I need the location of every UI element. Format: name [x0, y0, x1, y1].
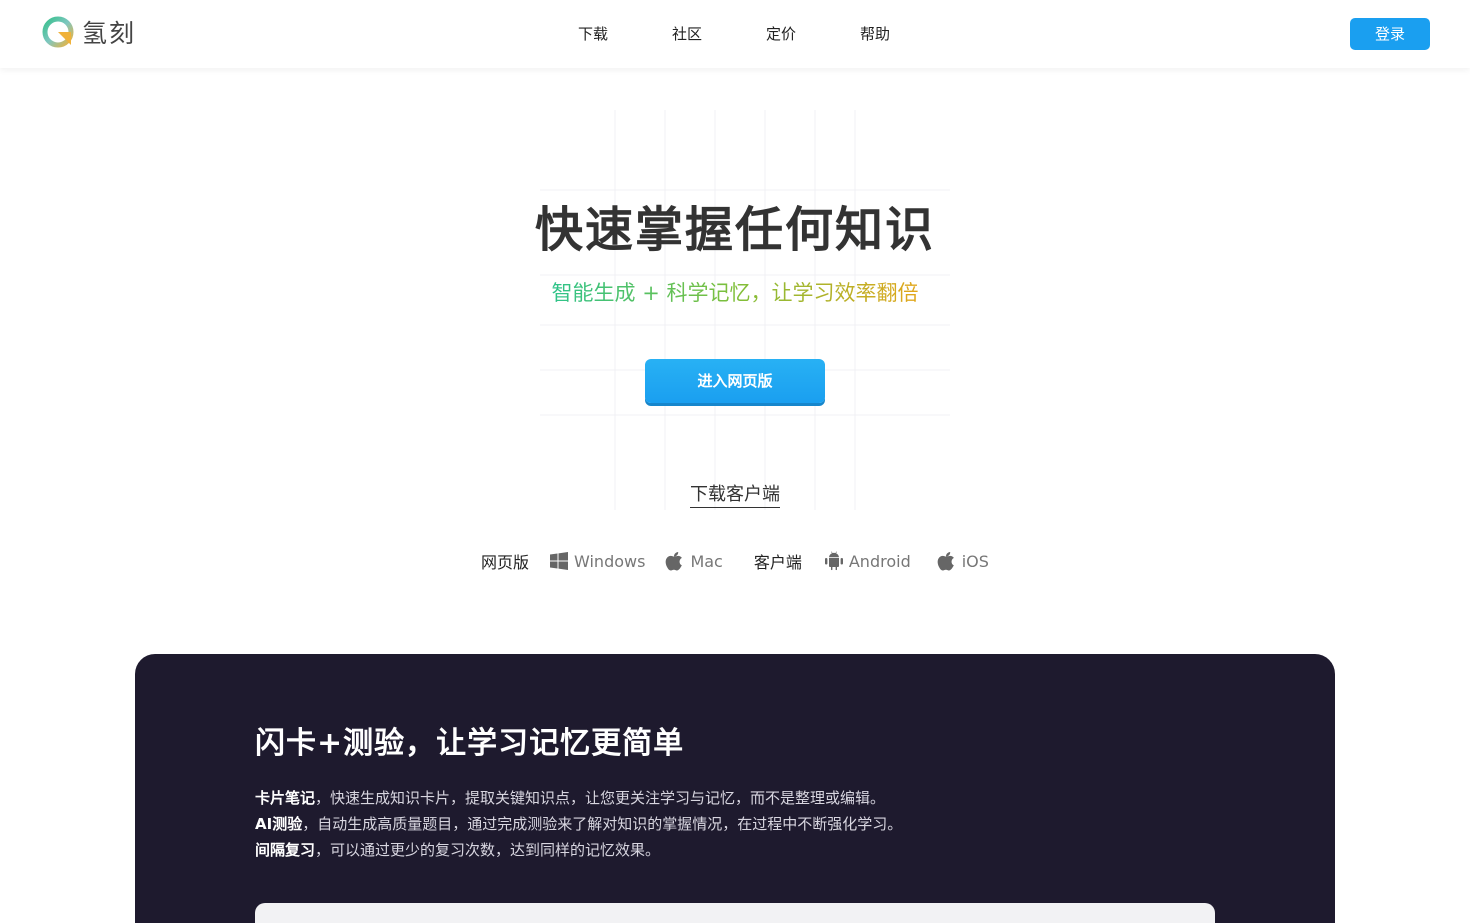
client-label[interactable]: 客户端 [754, 549, 802, 573]
brand-logo[interactable]: 氢刻 [42, 15, 136, 49]
main-nav: 下载 社区 定价 帮助 [546, 22, 922, 46]
feature-line-cards: 卡片笔记，快速生成知识卡片，提取关键知识点，让您更关注学习与记忆，而不是整理或编… [255, 785, 1155, 811]
top-header: 氢刻 下载 社区 定价 帮助 登录 [0, 0, 1470, 68]
nav-item-help[interactable]: 帮助 [828, 22, 922, 46]
platform-android-label: Android [848, 551, 911, 571]
download-client-link[interactable]: 下载客户端 [690, 483, 780, 508]
platform-mac[interactable]: Mac [665, 551, 723, 571]
feature-title: 闪卡+测验，让学习记忆更简单 [255, 726, 685, 761]
hero-grid-background [540, 110, 950, 510]
feature-term: AI测验 [255, 815, 303, 833]
nav-item-community[interactable]: 社区 [640, 22, 734, 46]
feature-section: 闪卡+测验，让学习记忆更简单 卡片笔记，快速生成知识卡片，提取关键知识点，让您更… [135, 654, 1335, 923]
feature-text: ，快速生成知识卡片，提取关键知识点，让您更关注学习与记忆，而不是整理或编辑。 [315, 789, 886, 807]
apple-icon [937, 552, 954, 571]
apple-icon [666, 552, 683, 571]
windows-icon [550, 552, 569, 570]
logo-mark-icon [42, 16, 74, 48]
platform-ios-label: iOS [961, 551, 989, 571]
login-button[interactable]: 登录 [1350, 18, 1430, 50]
feature-text: ，可以通过更少的复习次数，达到同样的记忆效果。 [315, 841, 661, 859]
feature-line-review: 间隔复习，可以通过更少的复习次数，达到同样的记忆效果。 [255, 837, 1155, 863]
hero-title: 快速掌握任何知识 [534, 202, 935, 258]
android-icon [824, 551, 843, 571]
app-preview-panel [255, 903, 1215, 923]
platform-windows[interactable]: Windows [549, 551, 645, 571]
platform-android[interactable]: Android [824, 551, 911, 571]
feature-text: ，自动生成高质量题目，通过完成测验来了解对知识的掌握情况，在过程中不断强化学习。 [302, 815, 903, 833]
platform-ios[interactable]: iOS [937, 551, 989, 571]
enter-web-button[interactable]: 进入网页版 [645, 359, 825, 403]
platform-mac-label: Mac [690, 551, 723, 571]
hero-subtitle-text: 智能生成 + 科学记忆，让学习效率翻倍 [551, 281, 919, 305]
platform-windows-label: Windows [574, 551, 646, 571]
nav-item-pricing[interactable]: 定价 [734, 22, 828, 46]
brand-name: 氢刻 [82, 19, 137, 48]
hero-subtitle: 智能生成 + 科学记忆，让学习效率翻倍 [0, 278, 1470, 308]
feature-description: 卡片笔记，快速生成知识卡片，提取关键知识点，让您更关注学习与记忆，而不是整理或编… [255, 785, 1155, 863]
feature-term: 卡片笔记 [255, 789, 316, 807]
nav-item-download[interactable]: 下载 [546, 22, 640, 46]
platform-list: 网页版 Windows Mac 客户端 Android iOS [481, 548, 989, 574]
web-version-label[interactable]: 网页版 [481, 549, 529, 573]
feature-term: 间隔复习 [255, 841, 316, 859]
feature-line-quiz: AI测验，自动生成高质量题目，通过完成测验来了解对知识的掌握情况，在过程中不断强… [255, 811, 1155, 837]
